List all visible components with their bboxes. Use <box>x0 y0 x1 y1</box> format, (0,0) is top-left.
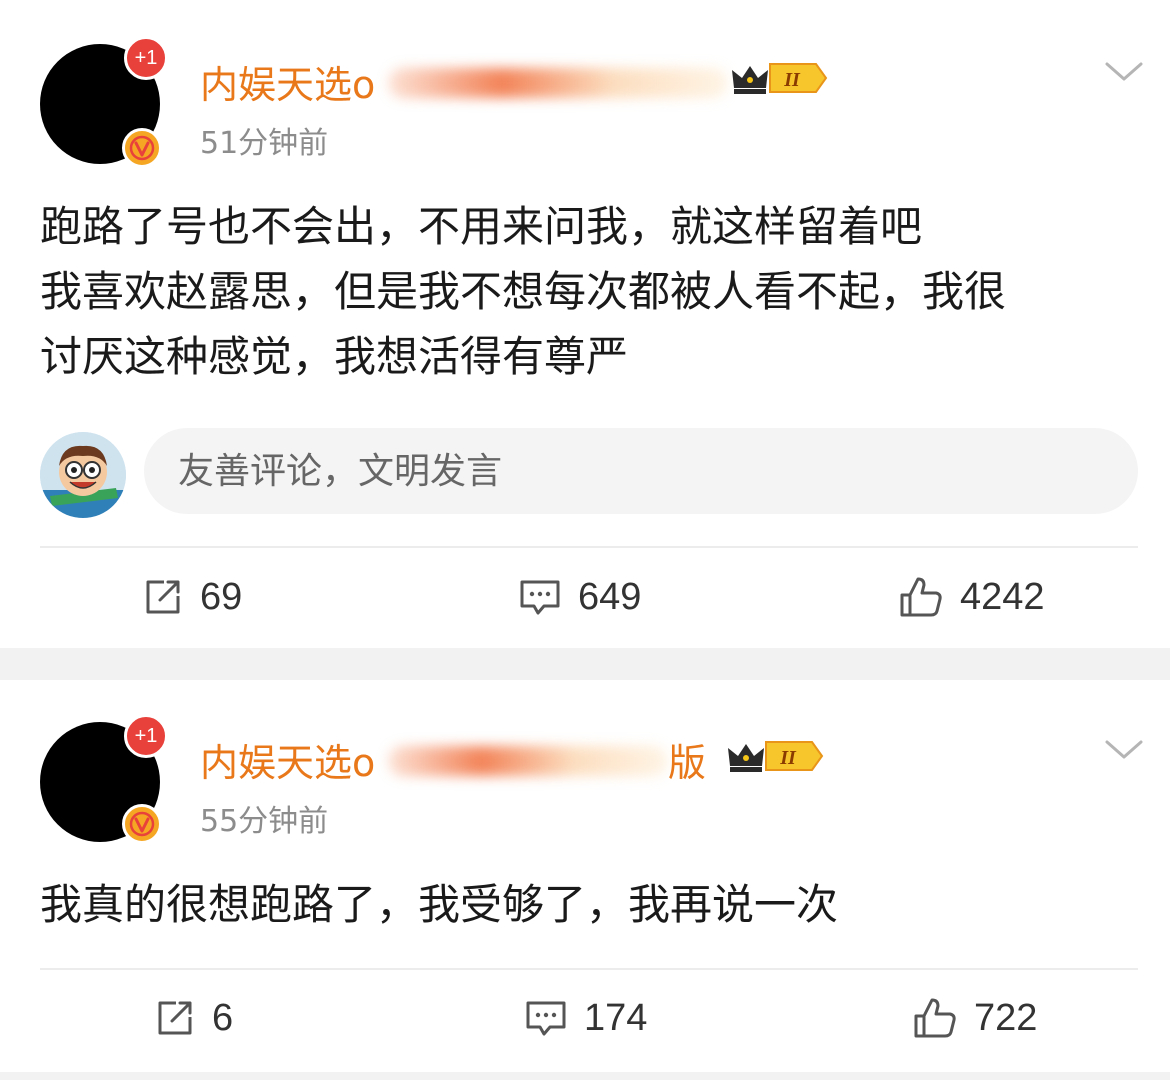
repost-button[interactable]: 69 <box>142 567 242 627</box>
crown-icon <box>728 744 764 772</box>
repost-count: 6 <box>212 996 234 1039</box>
post-content-line: 跑路了号也不会出，不用来问我，就这样留着吧 <box>40 202 923 251</box>
like-button[interactable]: 4242 <box>898 567 1045 627</box>
notification-badge: +1 <box>124 714 168 758</box>
divider <box>40 546 1138 548</box>
redaction-blur <box>388 746 668 776</box>
username-prefix: 内娱天选 <box>200 63 353 107</box>
post-content: 跑路了号也不会出，不用来问我，就这样留着吧 我喜欢赵露思，但是我不想每次都被人看… <box>40 194 1140 389</box>
username-tail: o <box>352 63 376 107</box>
repost-count: 69 <box>200 575 243 618</box>
username-prefix: 内娱天选 <box>200 741 353 785</box>
like-icon <box>914 998 956 1038</box>
comment-icon <box>526 1001 566 1036</box>
like-count: 722 <box>974 996 1038 1039</box>
like-button[interactable]: 722 <box>912 988 1037 1048</box>
like-icon <box>900 577 942 617</box>
weibo-feed: +1 内娱天选o II 51分钟前 跑路了号也不会出，不用来问我，就这样留着吧 <box>0 0 1170 1080</box>
comment-count: 649 <box>578 575 642 618</box>
divider <box>40 968 1138 970</box>
comment-input[interactable] <box>144 428 1138 514</box>
repost-icon <box>158 1001 192 1035</box>
comment-button[interactable]: 649 <box>518 567 641 627</box>
verified-v-icon <box>122 128 162 168</box>
feed-separator <box>0 1072 1170 1080</box>
crown-icon <box>732 66 768 94</box>
post-content: 我真的很想跑路了，我受够了，我再说一次 <box>40 872 1140 937</box>
comment-count: 174 <box>584 996 648 1039</box>
post-card: +1 内娱天选o 版 II 55分钟前 我真的很想跑路了，我受够了，我再说一次 <box>0 680 1170 1072</box>
verified-v-icon <box>122 804 162 844</box>
svg-text:II: II <box>783 69 801 91</box>
notification-badge: +1 <box>124 36 168 80</box>
level-badge: II <box>765 741 824 771</box>
post-content-line: 我喜欢赵露思，但是我不想每次都被人看不起，我很 <box>40 267 1007 316</box>
like-count: 4242 <box>960 575 1045 618</box>
post-time: 55分钟前 <box>200 804 329 839</box>
username-tail: o <box>352 741 376 785</box>
comment-icon <box>520 580 560 615</box>
username[interactable]: 内娱天选o <box>200 54 375 109</box>
username-end: 版 <box>668 741 707 785</box>
post-time: 51分钟前 <box>200 126 329 161</box>
redaction-blur <box>388 68 728 98</box>
chevron-down-icon[interactable] <box>1104 738 1144 762</box>
post-content-line: 讨厌这种感觉，我想活得有尊严 <box>40 332 629 381</box>
repost-icon <box>146 580 180 614</box>
chevron-down-icon[interactable] <box>1104 60 1144 84</box>
post-content-line: 我真的很想跑路了，我受够了，我再说一次 <box>40 880 839 929</box>
comment-button[interactable]: 174 <box>524 988 647 1048</box>
level-badge: II <box>769 63 828 93</box>
repost-button[interactable]: 6 <box>154 988 233 1048</box>
commenter-avatar <box>40 432 126 518</box>
username[interactable]: 内娱天选o <box>200 732 375 787</box>
svg-text:II: II <box>779 747 797 769</box>
post-card: +1 内娱天选o II 51分钟前 跑路了号也不会出，不用来问我，就这样留着吧 <box>0 0 1170 648</box>
